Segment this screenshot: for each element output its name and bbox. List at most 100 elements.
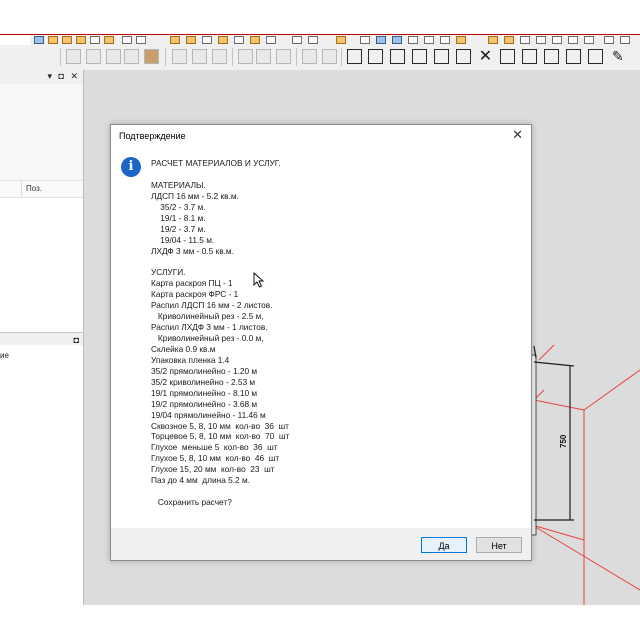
tool-icon[interactable] [34,36,44,44]
tool-icon[interactable] [322,49,337,64]
dialog-footer: Да Нет [111,528,531,560]
message-line [151,256,521,267]
message-line: Распил ЛДСП 16 мм - 2 листов. [151,300,273,311]
column-separator [21,181,22,197]
tool-icon[interactable] [456,36,466,44]
tool-icon[interactable] [62,36,72,44]
tool-icon[interactable] [250,36,260,44]
table-tool-icon[interactable] [434,49,449,64]
tool-icon[interactable] [238,49,253,64]
tool-icon[interactable] [392,36,402,44]
toolbar-separator [296,48,297,66]
toolbar-row-1 [30,35,640,45]
rail-tool-icon[interactable] [412,49,427,64]
tool-icon[interactable] [308,36,318,44]
shelves-tool-icon[interactable] [347,49,362,64]
dimension-label: 750 [559,434,568,448]
message-line: МАТЕРИАЛЫ. [151,179,206,190]
panel-column-header: Поз. [0,180,83,198]
message-line: ЛДСП 16 мм - 5.2 кв.м. [151,190,239,201]
tool-icon[interactable] [170,36,180,44]
left-panel-bottom: ◘ ие [0,332,84,605]
message-line: 35/2 прямолинейно - 1.20 м [151,365,258,376]
tool-icon[interactable] [336,36,346,44]
tool-icon[interactable] [266,36,276,44]
tool-icon[interactable] [122,36,132,44]
top-area [0,0,640,34]
tool-icon[interactable] [192,49,207,64]
tool-icon[interactable] [568,36,578,44]
panel-caption: ▾ ◘ ✕ [0,70,83,85]
yes-button[interactable]: Да [421,537,467,553]
panel-caption-buttons[interactable]: ▾ ◘ ✕ [48,71,81,82]
tool-icon[interactable] [212,49,227,64]
message-line: Глухое меньше 5 кол-во 36 шт [151,442,278,453]
selection-edge [533,399,585,411]
message-line: 35/2 криволинейно - 2.53 м [151,376,256,387]
tool-icon[interactable] [106,49,121,64]
crosshair-tool-icon[interactable] [66,49,81,64]
tool-icon[interactable] [604,36,614,44]
tool-icon[interactable] [360,36,370,44]
toolbar-separator [165,48,166,66]
tool-icon[interactable] [144,49,159,64]
message-line: УСЛУГИ. [151,267,186,278]
tool-icon[interactable] [292,36,302,44]
status-strip [0,605,640,640]
grid-tool-icon[interactable] [256,49,271,64]
grid-tool-icon[interactable] [276,49,291,64]
tool-icon[interactable] [202,36,212,44]
panel-restore-button[interactable]: ◘ [74,333,79,347]
message-line: Криволинейный рез - 2.5 м, [151,311,264,322]
tool-icon[interactable] [424,36,434,44]
width-tool-icon[interactable] [544,49,559,64]
message-line: 19/1 прямолинейно - 8.10 м [151,387,258,398]
message-line: Криволинейный рез - 0.0 м, [151,333,264,343]
tool-icon[interactable] [552,36,562,44]
confirmation-dialog: Подтверждение ✕ i РАСЧЕТ МАТЕРИАЛОВ И УС… [110,124,532,561]
no-button[interactable]: Нет [476,537,522,553]
info-icon: i [121,157,141,177]
tool-icon[interactable] [588,49,603,64]
message-line [151,486,521,497]
tool-icon[interactable] [566,49,581,64]
tool-icon[interactable] [136,36,146,44]
column-header-pos[interactable]: Поз. [26,184,42,193]
tool-icon[interactable] [408,36,418,44]
door-tool-icon[interactable] [390,49,405,64]
tool-icon[interactable] [172,49,187,64]
frame-tool-icon[interactable] [368,49,383,64]
tool-icon[interactable] [504,36,514,44]
tool-icon[interactable] [520,36,530,44]
profile-tool-icon[interactable] [522,49,537,64]
pencil-tool-icon[interactable]: ✎ [612,49,627,64]
selection-edge [538,344,555,361]
message-line: Карта раскроя ФРС - 1 [151,289,239,300]
selection-edge [531,524,585,541]
tool-icon[interactable] [218,36,228,44]
close-icon[interactable]: ✕ [512,127,523,143]
left-panel-top: ▾ ◘ ✕ Поз. [0,70,84,332]
tool-icon[interactable] [76,36,86,44]
tool-icon[interactable] [536,36,546,44]
dash-line-tool-icon[interactable] [86,49,101,64]
tool-icon[interactable] [104,36,114,44]
tool-icon[interactable] [186,36,196,44]
tool-icon[interactable] [234,36,244,44]
tool-icon[interactable] [124,49,139,64]
box-tool-icon[interactable] [456,49,471,64]
tool-icon[interactable] [48,36,58,44]
corner-tool-icon[interactable] [500,49,515,64]
cross-tool-icon[interactable]: ✕ [478,49,493,65]
message-line: 35/2 - 3.7 м. [151,201,206,212]
message-line: 19/04 прямолинейно - 11.46 м [151,409,266,420]
tool-icon[interactable] [302,49,317,64]
tool-icon[interactable] [620,36,630,44]
tool-icon[interactable] [440,36,450,44]
selection-edge [583,369,640,411]
tool-icon[interactable] [90,36,100,44]
tool-icon[interactable] [584,36,594,44]
selection-edge [531,524,640,591]
tool-icon[interactable] [488,36,498,44]
tool-icon[interactable] [376,36,386,44]
